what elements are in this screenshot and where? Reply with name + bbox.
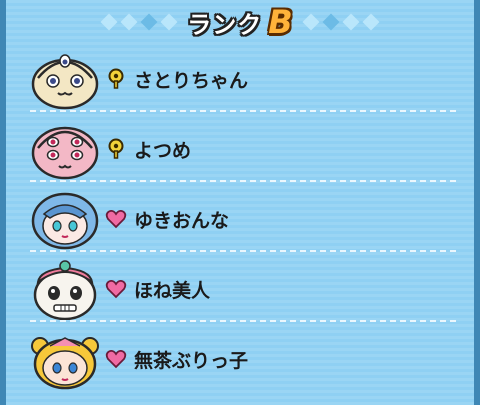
rank-title: ランク B xyxy=(187,3,292,41)
diamond-decoration xyxy=(322,13,340,31)
diamond-decoration xyxy=(362,13,380,31)
pink-heart-icon xyxy=(104,277,128,301)
header-diamonds-right xyxy=(302,13,380,31)
diamond-decoration xyxy=(342,13,360,31)
diamond-decoration xyxy=(100,13,118,31)
pink-heart-icon xyxy=(104,347,128,371)
rank-letter: B xyxy=(268,3,293,41)
diamond-decoration xyxy=(120,13,138,31)
rank-title-text: ランク xyxy=(187,10,263,39)
yokai-name: さとりちゃん xyxy=(134,69,249,92)
diamond-decoration xyxy=(160,13,178,31)
list-item[interactable]: さとりちゃん xyxy=(6,44,474,114)
list-item[interactable]: ゆきおんな xyxy=(6,184,474,254)
diamond-decoration xyxy=(140,13,158,31)
yokai-list: さとりちゃん よつめ ゆきおんな ほね美人 無茶ぶりっ子 xyxy=(6,44,474,394)
list-item[interactable]: 無茶ぶりっ子 xyxy=(6,324,474,394)
mucha-burikko-face-icon xyxy=(30,328,100,390)
rank-list-panel: ランク B さとりちゃん よつめ ゆきおんな ほね美人 無茶ぶりっ子 xyxy=(0,0,480,405)
yuki-onna-face-icon xyxy=(30,188,100,250)
rank-header: ランク B xyxy=(6,0,474,44)
list-item[interactable]: ほね美人 xyxy=(6,254,474,324)
yokai-name: ほね美人 xyxy=(134,279,211,302)
yellow-key-icon xyxy=(104,137,128,161)
yokai-name: よつめ xyxy=(134,139,192,162)
list-item[interactable]: よつめ xyxy=(6,114,474,184)
satori-chan-face-icon xyxy=(30,48,100,110)
yokai-name: 無茶ぶりっ子 xyxy=(134,349,249,372)
yotsume-face-icon xyxy=(30,118,100,180)
yokai-name: ゆきおんな xyxy=(134,209,230,232)
pink-heart-icon xyxy=(104,207,128,231)
hone-bijin-face-icon xyxy=(30,258,100,321)
diamond-decoration xyxy=(302,13,320,31)
header-diamonds-left xyxy=(100,13,178,31)
yellow-key-icon xyxy=(104,67,128,91)
